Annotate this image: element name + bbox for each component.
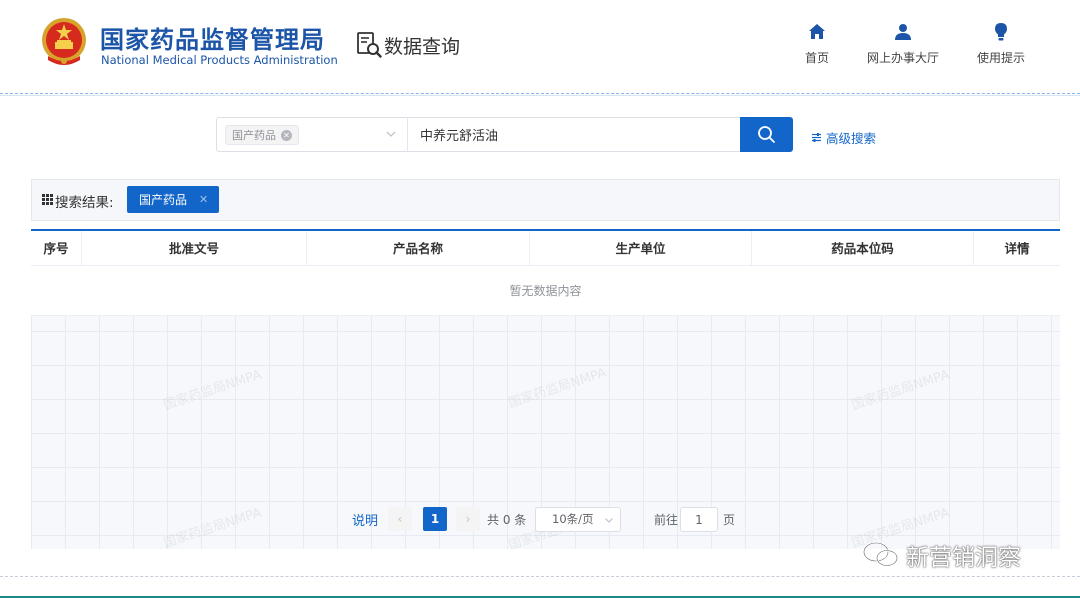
- nav-home-label: 首页: [804, 51, 829, 65]
- footer-band: [0, 574, 1080, 598]
- filter-chip-close-icon[interactable]: ✕: [199, 193, 208, 206]
- column-header: 生产单位: [530, 231, 752, 266]
- total-count: 共 0 条: [487, 513, 527, 527]
- category-tag-close-icon[interactable]: ✕: [281, 129, 292, 141]
- page-number-current[interactable]: 1: [423, 507, 447, 531]
- org-name-cn: 国家药品监督管理局: [100, 26, 325, 54]
- filter-chip[interactable]: 国产药品 ✕: [127, 186, 219, 213]
- search-button[interactable]: [740, 117, 793, 152]
- category-select[interactable]: 国产药品 ✕: [216, 117, 407, 152]
- document-search-icon: [357, 32, 382, 58]
- column-header: 药品本位码: [752, 231, 974, 266]
- results-table: 国家药监局NMPA 国家药监局NMPA 国家药监局NMPA 国家药监局NMPA …: [31, 229, 1060, 549]
- goto-page-input[interactable]: [680, 507, 718, 532]
- column-header: 批准文号: [82, 231, 307, 266]
- column-header: 产品名称: [307, 231, 530, 266]
- org-name-en: National Medical Products Administration: [101, 53, 338, 67]
- lightbulb-icon: [995, 23, 1007, 41]
- category-tag: 国产药品 ✕: [225, 125, 299, 145]
- watermark-text: 国家药监局NMPA: [849, 367, 952, 414]
- watermark-text: 国家药监局NMPA: [161, 367, 264, 414]
- advanced-search-label: 高级搜索: [826, 131, 877, 146]
- category-tag-label: 国产药品: [232, 129, 276, 142]
- results-label: 搜索结果:: [55, 195, 114, 211]
- empty-state: 暂无数据内容: [31, 266, 1060, 316]
- home-icon: [809, 24, 825, 39]
- advanced-search-link[interactable]: 高级搜索: [811, 128, 876, 147]
- header-divider: [0, 93, 1080, 94]
- results-bar: 搜索结果: 国产药品 ✕: [31, 179, 1060, 221]
- nav-online-hall[interactable]: 网上办事大厅: [858, 22, 948, 66]
- watermark-text: 国家药监局NMPA: [161, 505, 264, 549]
- wechat-icon: [863, 542, 898, 567]
- nav-usage-tips[interactable]: 使用提示: [956, 22, 1046, 66]
- prev-page-button[interactable]: ‹: [388, 507, 412, 531]
- watermark-text: 国家药监局NMPA: [506, 365, 609, 412]
- wechat-account-watermark: 新营销洞察: [862, 538, 1021, 572]
- header-divider-shadow: [0, 95, 1080, 96]
- page-size-select[interactable]: 10条/页: [535, 507, 621, 532]
- section-title-text: 数据查询: [384, 35, 461, 58]
- column-header: 序号: [31, 231, 82, 266]
- column-header: 详情: [1004, 241, 1030, 256]
- search-input[interactable]: [407, 117, 741, 152]
- next-page-button[interactable]: ›: [456, 507, 480, 531]
- site-header: 国家药品监督管理局 National Medical Products Admi…: [0, 0, 1080, 92]
- goto-label: 前往: [654, 513, 679, 527]
- nav-home[interactable]: 首页: [772, 22, 862, 66]
- page-suffix: 页: [723, 513, 736, 527]
- chevron-down-icon: [605, 518, 613, 523]
- footer-divider: [0, 576, 1080, 577]
- wechat-account-name: 新营销洞察: [906, 545, 1021, 571]
- filter-sliders-icon: [812, 133, 821, 142]
- page-size-value: 10条/页: [552, 512, 594, 526]
- search-icon: [758, 126, 775, 143]
- filter-chip-label: 国产药品: [139, 193, 188, 207]
- nav-usage-tips-label: 使用提示: [976, 51, 1025, 65]
- nav-online-hall-label: 网上办事大厅: [866, 51, 939, 65]
- grid-icon: [42, 194, 53, 205]
- chevron-down-icon: [386, 131, 396, 137]
- section-title: 数据查询: [356, 30, 460, 60]
- table-header: 序号 批准文号 产品名称 生产单位 药品本位码 详情: [31, 231, 1060, 266]
- national-emblem-icon: [42, 18, 86, 65]
- pagination-note-link[interactable]: 说明: [352, 510, 378, 529]
- user-icon: [895, 24, 911, 40]
